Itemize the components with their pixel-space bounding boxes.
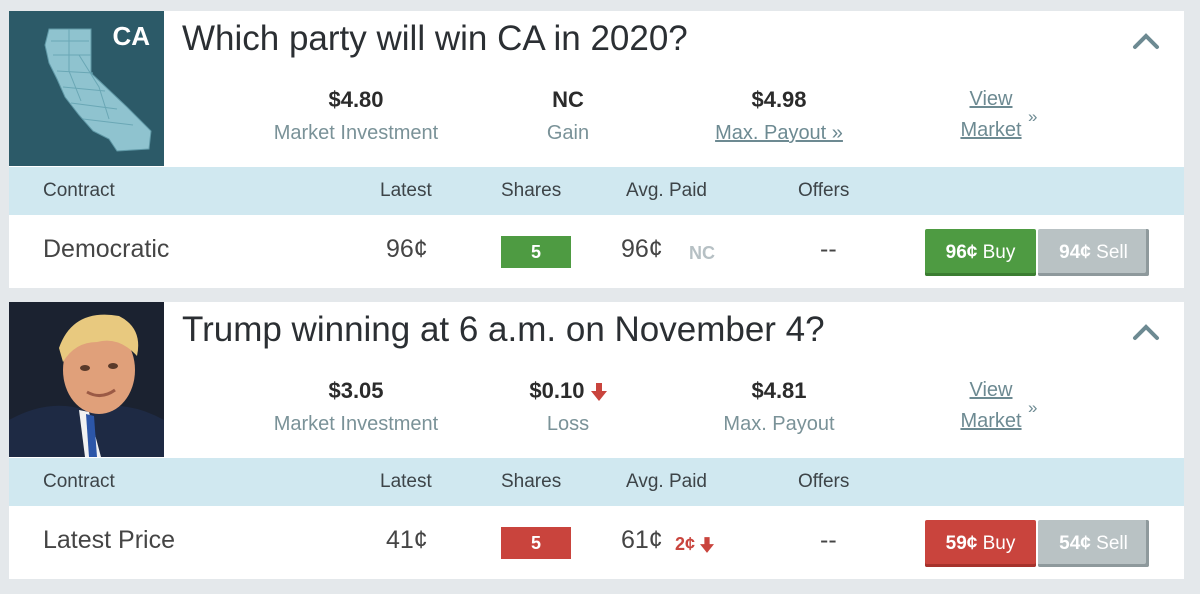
avg-paid-change-wrap: 2¢ bbox=[675, 534, 715, 555]
view-market-link[interactable]: View Market » bbox=[946, 84, 1038, 146]
contract-row: Democratic 96¢ 5 96¢ NC -- 96¢ Buy 94¢ S… bbox=[9, 215, 1184, 288]
header-avg-paid: Avg. Paid bbox=[626, 180, 707, 201]
shares-badge: 5 bbox=[501, 527, 571, 559]
sell-label: Sell bbox=[1096, 533, 1128, 554]
contract-name[interactable]: Democratic bbox=[43, 235, 169, 264]
buy-price: 96¢ bbox=[945, 242, 978, 263]
collapse-chevron-up-icon[interactable] bbox=[1132, 322, 1160, 342]
header-latest: Latest bbox=[380, 180, 432, 201]
avg-paid-value: 96¢ bbox=[621, 235, 663, 263]
chevron-right-double-icon: » bbox=[1028, 107, 1038, 126]
avg-paid-change: NC bbox=[689, 243, 715, 263]
header-latest: Latest bbox=[380, 471, 432, 492]
trump-photo-thumbnail[interactable] bbox=[9, 302, 164, 457]
buy-price: 59¢ bbox=[945, 533, 978, 554]
loss-stat: $0.10 Loss bbox=[518, 378, 618, 436]
header-contract: Contract bbox=[43, 471, 115, 492]
view-market-line2: Market bbox=[960, 119, 1022, 141]
market-card-california: CA Which party will win CA in 2020? $4.8… bbox=[9, 11, 1184, 288]
buy-button[interactable]: 96¢ Buy bbox=[925, 229, 1036, 276]
max-payout-value: $4.98 bbox=[751, 87, 807, 112]
header-offers: Offers bbox=[798, 471, 850, 492]
market-investment-label: Market Investment bbox=[273, 122, 439, 144]
collapse-chevron-up-icon[interactable] bbox=[1132, 31, 1160, 51]
market-investment-stat: $3.05 Market Investment bbox=[256, 378, 456, 436]
offers-value: -- bbox=[820, 235, 837, 263]
sell-button[interactable]: 54¢ Sell bbox=[1038, 520, 1149, 567]
market-title[interactable]: Trump winning at 6 a.m. on November 4? bbox=[182, 310, 825, 350]
gain-label: Gain bbox=[546, 122, 590, 144]
offers-value: -- bbox=[820, 526, 837, 554]
loss-value: $0.10 bbox=[529, 378, 585, 403]
sell-label: Sell bbox=[1096, 242, 1128, 263]
buy-label: Buy bbox=[982, 533, 1016, 554]
max-payout-label: Max. Payout bbox=[723, 413, 835, 435]
avg-paid-change: 2¢ bbox=[675, 534, 696, 554]
market-investment-stat: $4.80 Market Investment bbox=[256, 87, 456, 145]
gain-value: NC bbox=[552, 87, 584, 112]
view-market-line2: Market bbox=[960, 410, 1022, 432]
buy-button[interactable]: 59¢ Buy bbox=[925, 520, 1036, 567]
market-card-trump: Trump winning at 6 a.m. on November 4? $… bbox=[9, 302, 1184, 579]
latest-price: 96¢ bbox=[386, 235, 428, 263]
view-market-line1: View bbox=[969, 88, 1013, 110]
shares-badge: 5 bbox=[501, 236, 571, 268]
market-title[interactable]: Which party will win CA in 2020? bbox=[182, 19, 688, 59]
contract-table-header: Contract Latest Shares Avg. Paid Offers bbox=[9, 458, 1184, 506]
loss-value-wrap: $0.10 bbox=[518, 378, 618, 404]
header-offers: Offers bbox=[798, 180, 850, 201]
down-arrow-icon bbox=[700, 537, 715, 554]
max-payout-link[interactable]: Max. Payout » bbox=[699, 122, 859, 145]
gain-stat: NC Gain bbox=[518, 87, 618, 145]
header-shares: Shares bbox=[501, 180, 562, 201]
market-investment-value: $3.05 bbox=[328, 378, 384, 403]
view-market-link[interactable]: View Market » bbox=[946, 375, 1038, 437]
latest-price: 41¢ bbox=[386, 526, 428, 554]
view-market-line1: View bbox=[969, 379, 1013, 401]
header-avg-paid: Avg. Paid bbox=[626, 471, 707, 492]
max-payout-stat: $4.98 Max. Payout » bbox=[699, 87, 859, 145]
sell-price: 94¢ bbox=[1059, 242, 1091, 263]
state-abbreviation: CA bbox=[112, 21, 150, 51]
header-contract: Contract bbox=[43, 180, 115, 201]
contract-row: Latest Price 41¢ 5 61¢ 2¢ -- 59¢ Buy 54¢… bbox=[9, 506, 1184, 579]
market-investment-label: Market Investment bbox=[273, 413, 439, 435]
loss-label: Loss bbox=[546, 413, 590, 435]
sell-button[interactable]: 94¢ Sell bbox=[1038, 229, 1149, 276]
portrait-photo-icon bbox=[9, 302, 164, 457]
max-payout-value: $4.81 bbox=[751, 378, 807, 403]
chevron-right-double-icon: » bbox=[1028, 398, 1038, 417]
header-shares: Shares bbox=[501, 471, 562, 492]
buy-label: Buy bbox=[982, 242, 1016, 263]
sell-price: 54¢ bbox=[1059, 533, 1091, 554]
max-payout-stat: $4.81 Max. Payout bbox=[699, 378, 859, 436]
contract-name[interactable]: Latest Price bbox=[43, 526, 175, 555]
california-map-thumbnail[interactable]: CA bbox=[9, 11, 164, 166]
contract-table-header: Contract Latest Shares Avg. Paid Offers bbox=[9, 167, 1184, 215]
avg-paid-value: 61¢ bbox=[621, 526, 663, 554]
down-arrow-icon bbox=[590, 383, 607, 402]
market-investment-value: $4.80 bbox=[328, 87, 384, 112]
